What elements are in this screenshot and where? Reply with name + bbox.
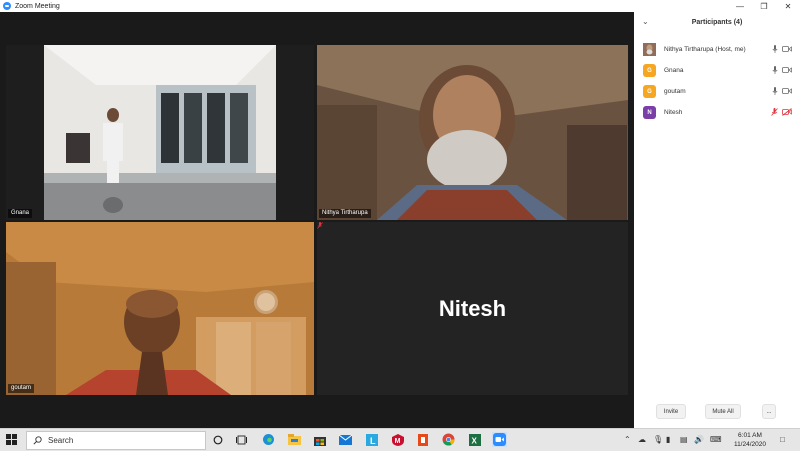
video-tile-goutam[interactable]: goutam <box>6 222 314 395</box>
minimize-button[interactable]: — <box>728 0 752 12</box>
participant-display-name: Nitesh <box>438 295 507 321</box>
volume-icon[interactable]: 🔊 <box>694 435 704 444</box>
svg-text:M: M <box>394 438 400 445</box>
avatar-initial: N <box>643 106 656 119</box>
video-feed-goutam <box>6 222 314 395</box>
svg-text:X: X <box>471 436 477 445</box>
tile-name-tag: goutam <box>8 384 35 393</box>
video-tile-nitesh[interactable]: Nitesh <box>317 222 628 395</box>
clock-date: 11/24/2020 <box>733 441 766 448</box>
mic-icon[interactable] <box>772 45 778 53</box>
participants-header: ⌄ Participants (4) <box>634 12 800 34</box>
video-off-icon[interactable] <box>782 108 792 116</box>
video-tile-gnana[interactable]: Gnana <box>6 45 314 220</box>
participant-name: Nithya Tirtharupa (Host, me) <box>664 46 746 53</box>
excel-icon[interactable]: X <box>467 432 482 447</box>
invite-button[interactable]: Invite <box>656 404 686 419</box>
window-controls: — ❐ ✕ <box>728 0 800 12</box>
window-title: Zoom Meeting <box>15 2 60 10</box>
store-icon[interactable] <box>312 432 327 447</box>
clock-time: 6:01 AM <box>738 432 762 439</box>
participant-name: goutam <box>664 88 686 95</box>
participants-footer: Invite Mute All ... <box>634 404 800 419</box>
office-icon[interactable] <box>415 432 430 447</box>
video-camera-icon[interactable] <box>782 87 792 95</box>
file-explorer-icon[interactable] <box>287 432 302 447</box>
search-label: Search <box>48 436 74 445</box>
avatar-initial: G <box>643 85 656 98</box>
video-tile-nithya[interactable]: Nithya Tirtharupa <box>317 45 628 220</box>
language-icon[interactable]: ⌨ <box>710 435 722 444</box>
network-icon[interactable]: ▤ <box>680 435 688 444</box>
video-camera-icon[interactable] <box>782 66 792 74</box>
cortana-icon[interactable] <box>210 432 225 447</box>
system-tray: ⌃ ☁ 🎙 ▮ ▤ 🔊 ⌨ 6:01 AM 11/24/2020 □ <box>620 429 800 451</box>
mail-icon[interactable] <box>338 432 353 447</box>
more-options-button[interactable]: ... <box>762 404 776 419</box>
clock[interactable]: 6:01 AM 11/24/2020 <box>734 431 766 449</box>
task-view-icon[interactable] <box>234 432 249 447</box>
onedrive-icon[interactable]: ☁ <box>638 435 646 444</box>
video-feed-nithya <box>317 45 628 220</box>
participant-row[interactable]: Nithya Tirtharupa (Host, me) <box>634 39 800 60</box>
muted-mic-icon <box>317 222 323 229</box>
search-icon <box>33 436 42 445</box>
video-gallery: Gnana Nithya Tirtharupa goutam Nitesh <box>0 12 634 428</box>
participants-panel: ⌄ Participants (4) Nithya Tirtharupa (Ho… <box>634 12 800 428</box>
taskbar-search[interactable]: Search <box>26 431 206 450</box>
participant-name: Gnana <box>664 67 684 74</box>
chevron-up-icon[interactable]: ⌃ <box>624 435 631 444</box>
svg-text:L: L <box>370 436 376 446</box>
battery-icon[interactable]: ▮ <box>666 435 670 444</box>
l-app-icon[interactable]: L <box>364 432 379 447</box>
participant-row[interactable]: G Gnana <box>634 60 800 81</box>
windows-start-icon[interactable] <box>6 434 17 445</box>
windows-taskbar: Search L M X ⌃ ☁ 🎙 ▮ ▤ 🔊 ⌨ 6:01 AM 11/24… <box>0 428 800 451</box>
mic-icon[interactable] <box>772 87 778 95</box>
participant-list: Nithya Tirtharupa (Host, me) G Gnana G g… <box>634 39 800 123</box>
close-button[interactable]: ✕ <box>776 0 800 12</box>
zoom-taskbar-icon[interactable] <box>492 432 507 447</box>
chrome-icon[interactable] <box>441 432 456 447</box>
tile-name-tag: Gnana <box>8 209 33 218</box>
muted-mic-icon[interactable] <box>771 108 778 116</box>
avatar-photo <box>643 43 656 56</box>
notifications-icon[interactable]: □ <box>780 435 785 444</box>
participants-title: Participants (4) <box>691 19 743 26</box>
title-bar: Zoom Meeting — ❐ ✕ <box>0 0 800 12</box>
mic-icon[interactable] <box>772 66 778 74</box>
participant-name: Nitesh <box>664 109 683 116</box>
maximize-button[interactable]: ❐ <box>752 0 776 12</box>
edge-browser-icon[interactable] <box>261 432 276 447</box>
mcafee-icon[interactable]: M <box>390 432 405 447</box>
zoom-app-icon <box>3 2 11 10</box>
tile-name-tag: Nithya Tirtharupa <box>319 209 371 218</box>
participant-row[interactable]: G goutam <box>634 81 800 102</box>
mute-all-button[interactable]: Mute All <box>705 404 741 419</box>
mic-tray-icon[interactable]: 🎙 <box>653 435 663 444</box>
avatar-initial: G <box>643 64 656 77</box>
video-camera-icon[interactable] <box>782 45 792 53</box>
participant-row[interactable]: N Nitesh <box>634 102 800 123</box>
video-feed-gnana <box>44 45 276 220</box>
